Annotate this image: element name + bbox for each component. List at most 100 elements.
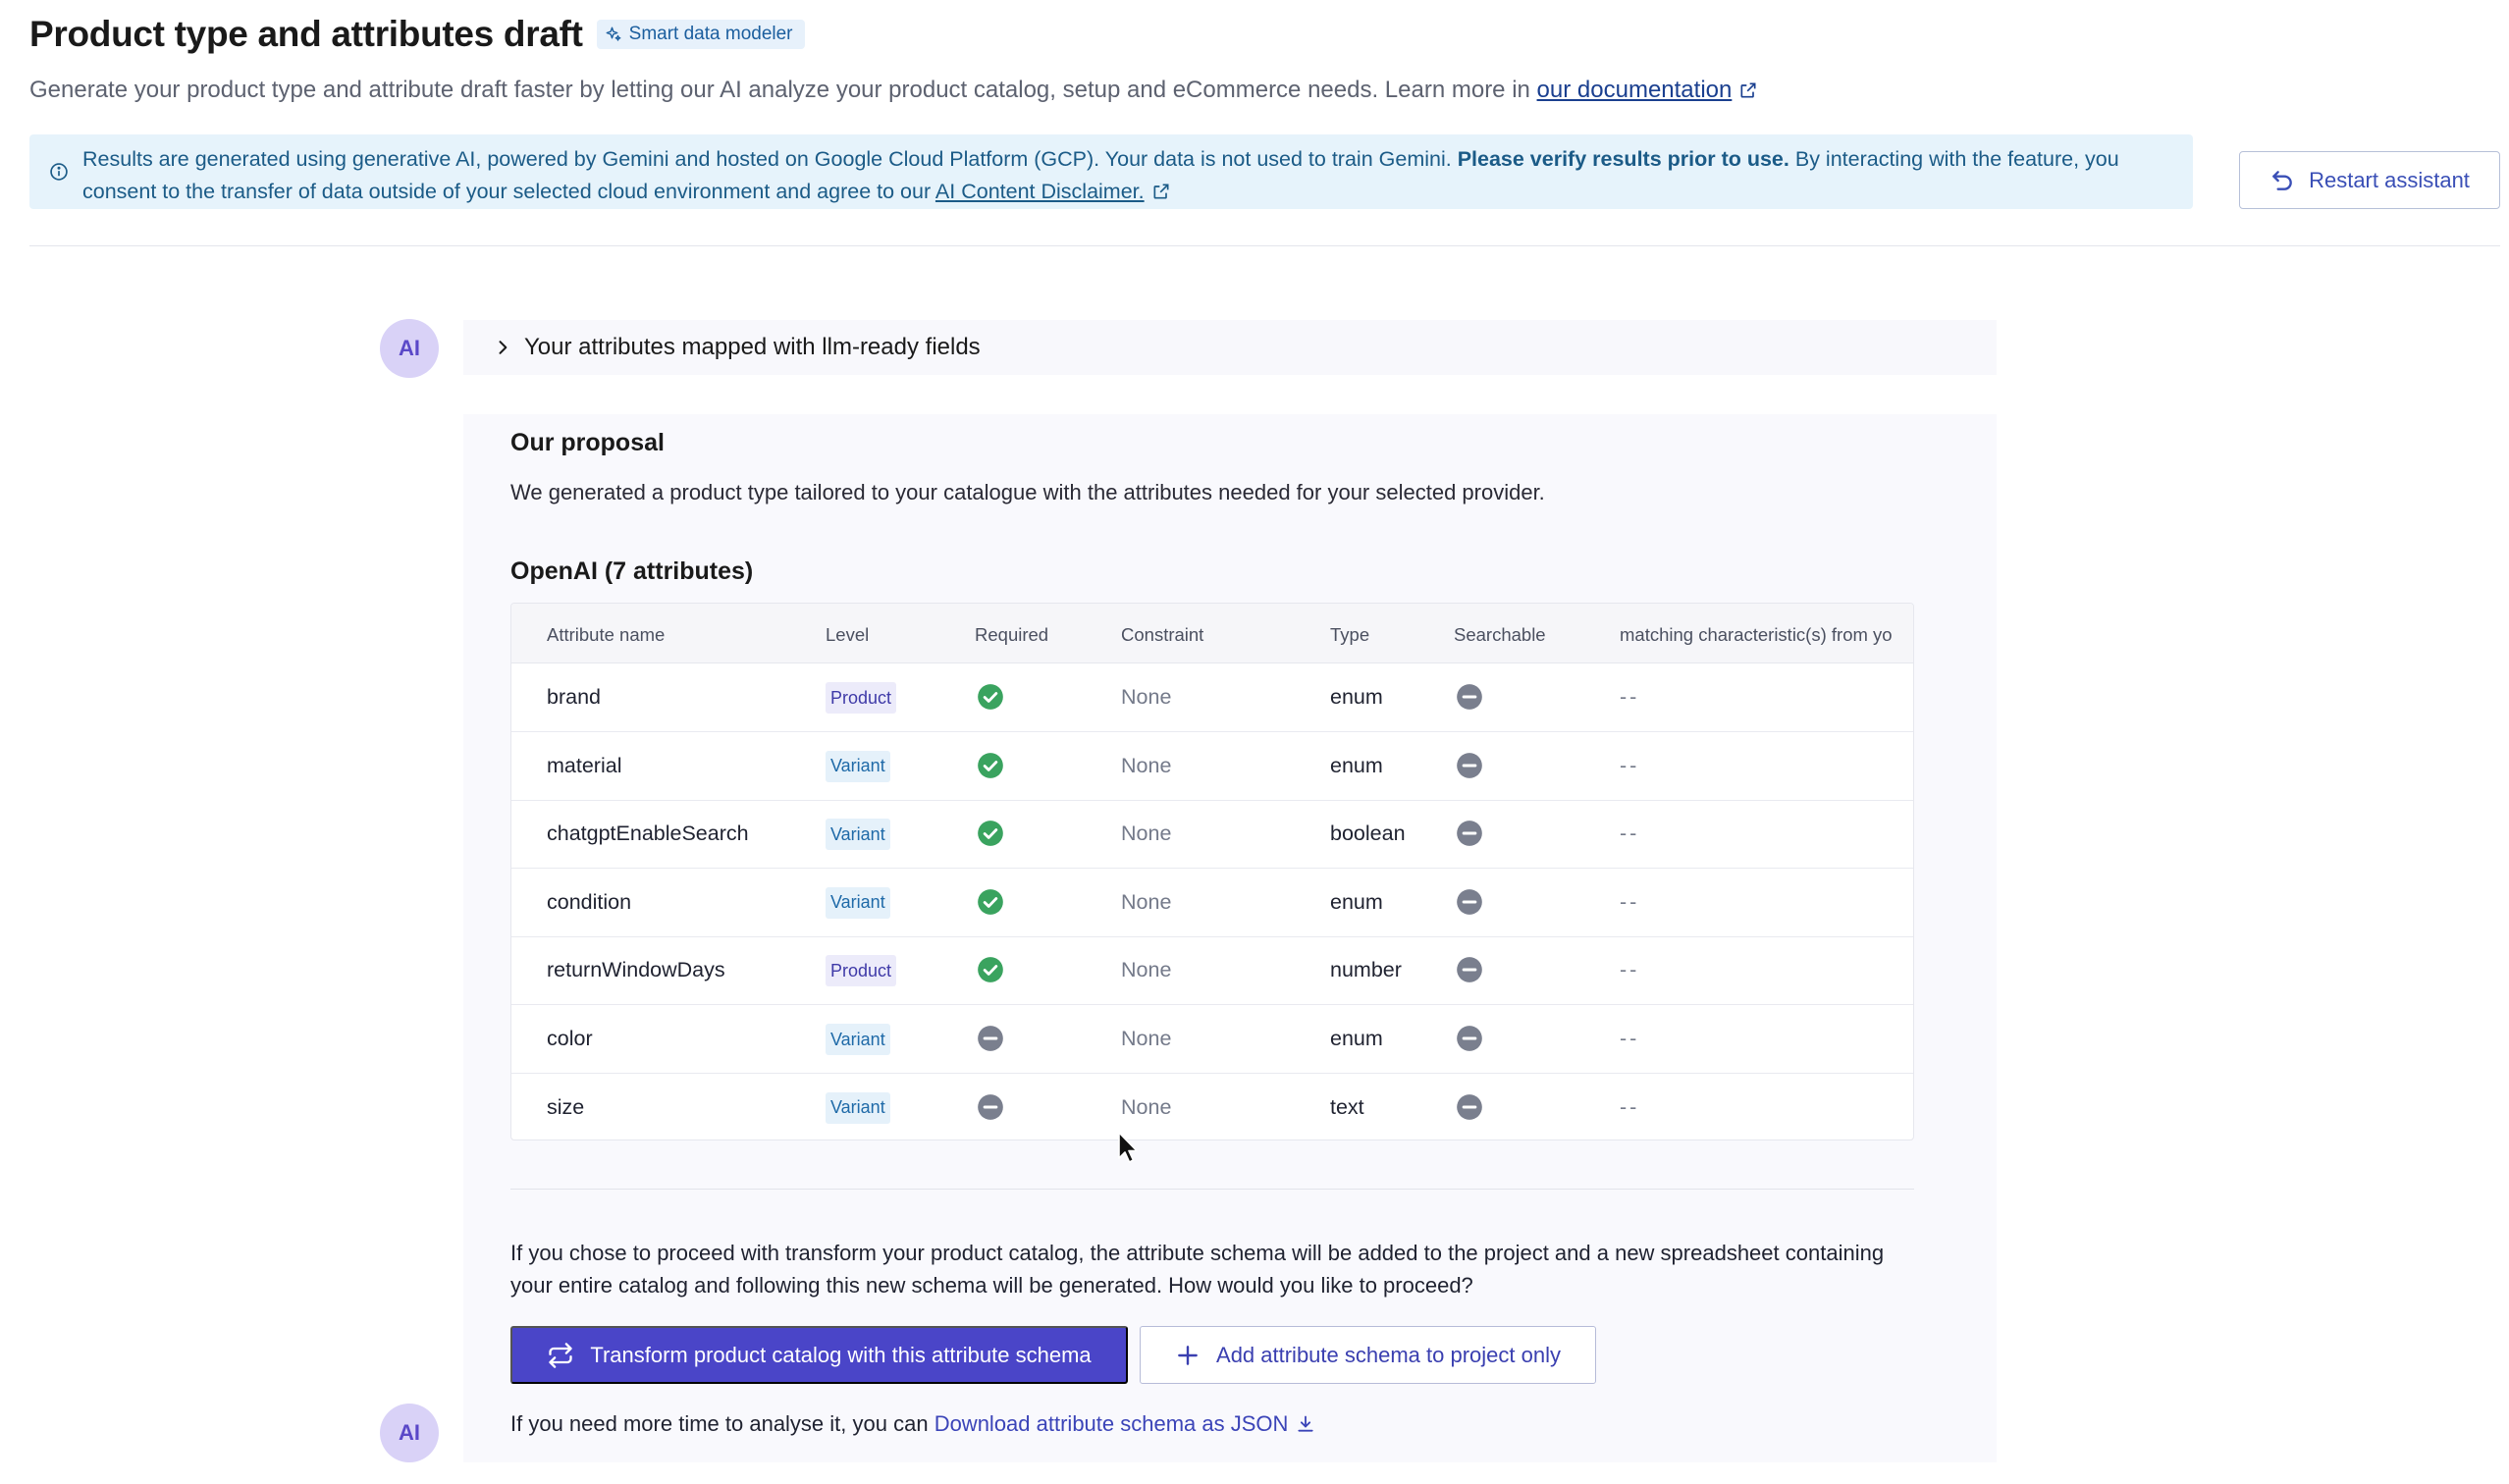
level-badge: Variant [826,819,890,851]
page-subtitle: Generate your product type and attribute… [29,77,1758,104]
banner-bold-text: Please verify results prior to use. [1457,147,1789,171]
matching-value: -- [1620,1094,1640,1119]
level-badge: Product [826,955,897,987]
constraint-value: None [1121,685,1172,709]
banner-text-1: Results are generated using generative A… [82,147,1458,171]
smart-data-modeler-badge: Smart data modeler [596,20,805,49]
plus-icon [1178,1345,1198,1365]
column-header-attribute-name[interactable]: Attribute name [547,624,665,646]
constraint-value: None [1121,958,1172,982]
add-schema-button-label: Add attribute schema to project only [1216,1342,1561,1367]
minus-circle-icon [977,1025,1004,1052]
column-header-level[interactable]: Level [826,624,869,646]
constraint-value: None [1121,1094,1172,1119]
minus-circle-icon [1456,956,1483,983]
constraint-value: None [1121,822,1172,846]
download-json-link[interactable]: Download attribute schema as JSON [934,1411,1289,1436]
transform-button-label: Transform product catalog with this attr… [590,1342,1092,1367]
avatar-label: AI [399,1420,420,1445]
attributes-table-title: OpenAI (7 attributes) [510,557,754,585]
type-value: enum [1330,889,1383,914]
attribute-name: condition [547,889,632,914]
table-row: material Variant None enum -- [511,732,1913,801]
level-badge: Variant [826,1091,890,1124]
ai-info-banner: Results are generated using generative A… [29,134,2193,209]
matching-value: -- [1620,685,1640,709]
attribute-name: material [547,753,622,777]
table-row: returnWindowDays Product None number -- [511,936,1913,1006]
collapsible-title: Your attributes mapped with llm-ready fi… [524,334,981,360]
type-value: enum [1330,685,1383,709]
undo-icon [2272,170,2292,190]
restart-label: Restart assistant [2309,167,2470,192]
download-prefix: If you need more time to analyse it, you… [510,1411,934,1436]
level-badge: Variant [826,750,890,782]
matching-value: -- [1620,1027,1640,1050]
page: Product type and attributes draft Smart … [0,0,2509,1484]
attribute-name: chatgptEnableSearch [547,822,749,846]
column-header-matching[interactable]: matching characteristic(s) from yo [1620,624,1893,646]
mouse-cursor-icon [1118,1132,1138,1163]
subtitle-text: Generate your product type and attribute… [29,77,1537,103]
check-circle-icon [977,820,1004,847]
column-header-type[interactable]: Type [1330,624,1369,646]
constraint-value: None [1121,889,1172,914]
mapped-fields-toggle[interactable]: Your attributes mapped with llm-ready fi… [463,320,1997,375]
check-circle-icon [977,956,1004,983]
ai-disclaimer-link[interactable]: AI Content Disclaimer. [935,180,1145,203]
proceed-description: If you chose to proceed with transform y… [510,1241,1885,1298]
external-link-icon[interactable] [1738,80,1758,100]
info-icon [50,163,68,181]
documentation-link[interactable]: our documentation [1537,77,1733,103]
table-header: Attribute name Level Required Constraint… [511,604,1913,663]
attribute-name: size [547,1094,585,1119]
minus-circle-icon [1456,1025,1483,1052]
sparkle-icon [606,26,621,41]
type-value: boolean [1330,822,1406,846]
constraint-value: None [1121,1027,1172,1050]
page-header: Product type and attributes draft Smart … [29,14,805,55]
attribute-name: color [547,1027,593,1050]
page-title: Product type and attributes draft [29,14,583,54]
transform-catalog-button[interactable]: Transform product catalog with this attr… [510,1326,1128,1384]
download-line: If you need more time to analyse it, you… [510,1411,1315,1437]
download-icon[interactable] [1296,1414,1315,1434]
matching-value: -- [1620,753,1640,777]
check-circle-icon [977,752,1004,779]
table-row: chatgptEnableSearch Variant None boolean -- [511,800,1913,870]
chevron-right-icon [499,341,507,354]
header-divider [29,245,2500,246]
check-circle-icon [977,888,1004,916]
minus-circle-icon [1456,683,1483,711]
minus-circle-icon [1456,888,1483,916]
minus-circle-icon [1456,752,1483,779]
ai-avatar: AI [380,1404,439,1462]
matching-value: -- [1620,889,1640,914]
minus-circle-icon [1456,820,1483,847]
add-schema-button[interactable]: Add attribute schema to project only [1140,1326,1596,1384]
minus-circle-icon [1456,1093,1483,1121]
column-header-constraint[interactable]: Constraint [1121,624,1203,646]
proposal-panel: Our proposal We generated a product type… [463,414,1997,1462]
column-header-required[interactable]: Required [975,624,1048,646]
attribute-name: brand [547,685,601,709]
constraint-value: None [1121,753,1172,777]
type-value: number [1330,958,1402,982]
table-row: color Variant None enum -- [511,1005,1913,1074]
table-row: brand Product None enum -- [511,663,1913,732]
proposal-description: We generated a product type tailored to … [510,480,1545,504]
attributes-table: Attribute name Level Required Constraint… [510,603,1914,1140]
restart-assistant-button[interactable]: Restart assistant [2239,151,2500,209]
column-header-searchable[interactable]: Searchable [1454,624,1546,646]
external-link-icon[interactable] [1151,182,1171,201]
type-value: enum [1330,1027,1383,1050]
repeat-arrows-icon [549,1342,573,1368]
ai-avatar: AI [380,319,439,378]
matching-value: -- [1620,958,1640,982]
proposal-title: Our proposal [510,429,665,456]
type-value: text [1330,1094,1364,1119]
check-circle-icon [977,683,1004,711]
badge-label: Smart data modeler [628,24,793,44]
panel-divider [510,1189,1914,1190]
level-badge: Variant [826,886,890,919]
